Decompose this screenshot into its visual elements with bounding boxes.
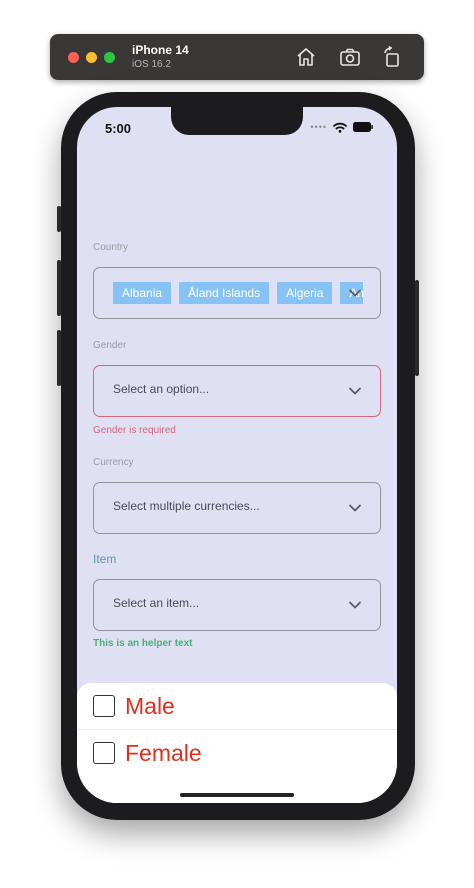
- item-label: Item: [93, 552, 117, 566]
- item-placeholder: Select an item...: [113, 596, 200, 610]
- country-label: Country: [93, 242, 129, 253]
- country-chip[interactable]: Algeria: [277, 282, 333, 304]
- checkbox[interactable]: [93, 742, 115, 764]
- simulator-toolbar: iPhone 14 iOS 16.2: [50, 34, 424, 80]
- option-male[interactable]: Male: [93, 686, 175, 726]
- home-indicator[interactable]: [180, 793, 294, 797]
- close-window-button[interactable]: [68, 52, 79, 63]
- volume-up-button: [57, 260, 61, 316]
- checkbox[interactable]: [93, 695, 115, 717]
- screenshot-icon[interactable]: [338, 45, 362, 69]
- gender-label: Gender: [93, 340, 127, 351]
- home-icon[interactable]: [294, 45, 318, 69]
- chevron-down-icon[interactable]: [348, 384, 362, 398]
- option-label: Female: [125, 739, 202, 766]
- rotate-icon[interactable]: [380, 45, 404, 69]
- option-label: Male: [125, 692, 175, 719]
- gender-error-text: Gender is required: [93, 425, 176, 436]
- volume-down-button: [57, 330, 61, 386]
- signal-dots-icon: ••••: [310, 122, 327, 132]
- divider: [77, 729, 397, 730]
- country-chip-list: Albania Åland Islands Algeria Am: [113, 282, 363, 306]
- gender-dropdown[interactable]: Select an option...: [93, 365, 381, 417]
- device-name: iPhone 14: [132, 43, 189, 57]
- country-multiselect[interactable]: Albania Åland Islands Algeria Am: [93, 267, 381, 319]
- app-screen: 5:00 •••• Country Albania Åland Islands Al…: [77, 107, 397, 803]
- mute-switch: [57, 206, 61, 232]
- status-icons: ••••: [310, 121, 373, 133]
- item-helper-text: This is an helper text: [93, 638, 193, 649]
- currency-placeholder: Select multiple currencies...: [113, 499, 260, 513]
- minimize-window-button[interactable]: [86, 52, 97, 63]
- os-version: iOS 16.2: [132, 59, 171, 70]
- gender-placeholder: Select an option...: [113, 382, 210, 396]
- power-button: [415, 280, 419, 376]
- country-chip[interactable]: Åland Islands: [179, 282, 270, 304]
- option-female[interactable]: Female: [93, 733, 202, 773]
- zoom-window-button[interactable]: [104, 52, 115, 63]
- currency-label: Currency: [93, 457, 134, 468]
- country-chip[interactable]: Albania: [113, 282, 172, 304]
- currency-multiselect[interactable]: Select multiple currencies...: [93, 482, 381, 534]
- battery-icon: [353, 122, 373, 132]
- notch: [171, 107, 303, 135]
- gender-options-sheet: Male Female: [77, 683, 397, 803]
- chevron-down-icon[interactable]: [348, 598, 362, 612]
- chevron-down-icon[interactable]: [348, 501, 362, 515]
- status-time: 5:00: [105, 121, 132, 136]
- item-dropdown[interactable]: Select an item...: [93, 579, 381, 631]
- wifi-icon: [333, 122, 347, 133]
- chevron-down-icon[interactable]: [348, 286, 362, 300]
